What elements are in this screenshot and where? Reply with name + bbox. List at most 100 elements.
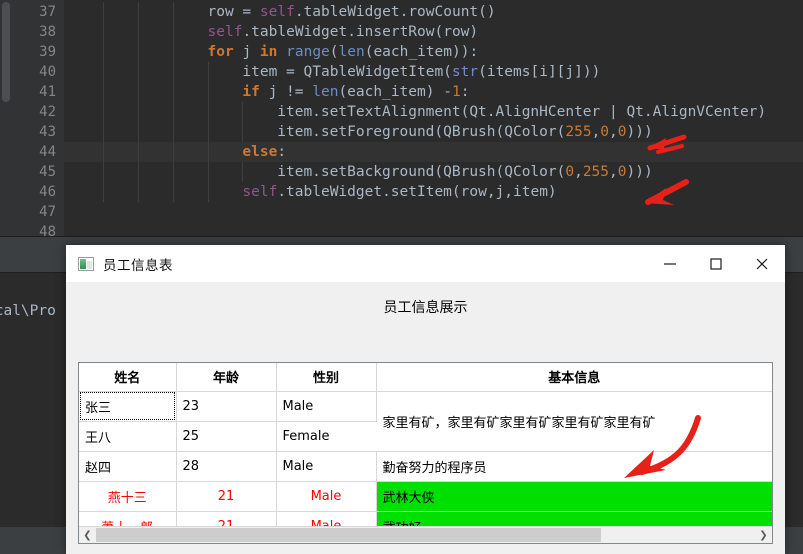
maximize-button[interactable]	[693, 245, 739, 282]
indent-guide	[137, 122, 139, 142]
cell-name[interactable]: 燕十三	[79, 481, 177, 512]
indent-guide	[172, 82, 174, 102]
indent-guide	[137, 22, 139, 42]
column-header-age[interactable]: 年龄	[176, 363, 277, 392]
code-line[interactable]: item.setTextAlignment(Qt.AlignHCenter | …	[64, 102, 803, 122]
code-text: item.setBackground(QBrush(QColor(0,255,0…	[277, 164, 653, 180]
cell-age[interactable]: 25	[176, 421, 277, 452]
employee-table: 姓名 年龄 性别 基本信息 张三 23 Male 家里有矿，家里有矿家里有矿家里有矿家…	[79, 363, 772, 543]
indent-guide	[172, 142, 174, 162]
indent-guide	[242, 162, 244, 182]
indent-guide	[172, 42, 174, 62]
window-controls	[647, 245, 785, 282]
employee-table-widget[interactable]: 姓名 年龄 性别 基本信息 张三 23 Male 家里有矿，家里有矿家里有矿家里有矿家…	[78, 362, 773, 544]
table-row[interactable]: 张三 23 Male 家里有矿，家里有矿家里有矿家里有矿家里有矿	[79, 391, 772, 452]
editor-scrollbar-thumb[interactable]	[2, 2, 10, 102]
line-number: 46	[39, 184, 56, 200]
code-line[interactable]: self.tableWidget.insertRow(row)	[64, 22, 803, 42]
indent-guide	[172, 162, 174, 182]
code-line[interactable]: for j in range(len(each_item)):	[64, 42, 803, 62]
indent-guide	[172, 102, 174, 122]
table-row[interactable]: 燕十三 21 Male 武林大侠	[79, 481, 772, 512]
column-header-info[interactable]: 基本信息	[376, 363, 772, 392]
code-text: for j in range(len(each_item)):	[207, 44, 479, 60]
indent-guide	[102, 22, 104, 42]
column-header-name[interactable]: 姓名	[79, 363, 177, 392]
cell-info-merged[interactable]: 家里有矿，家里有矿家里有矿家里有矿家里有矿	[376, 391, 772, 452]
indent-guide	[137, 2, 139, 22]
indent-guide	[137, 162, 139, 182]
indent-guide	[102, 102, 104, 122]
indent-guide	[207, 182, 209, 202]
indent-guide	[172, 2, 174, 22]
app-window-icon	[78, 256, 94, 271]
code-line[interactable]: item.setForeground(QBrush(QColor(255,0,0…	[64, 122, 803, 142]
code-text: row = self.tableWidget.rowCount()	[207, 4, 496, 20]
window-title-bar[interactable]: 员工信息表	[66, 245, 785, 282]
code-line[interactable]	[64, 202, 803, 222]
line-number: 40	[39, 64, 56, 80]
indent-guide	[137, 82, 139, 102]
code-text: else:	[242, 144, 287, 160]
code-line[interactable]: item = QTableWidgetItem(str(items[i][j])…	[64, 62, 803, 82]
table-horizontal-scrollbar[interactable]: ❮ ❯	[79, 526, 772, 543]
indent-guide	[102, 82, 104, 102]
table-row[interactable]: 赵四 28 Male 勤奋努力的程序员	[79, 451, 772, 482]
indent-guide	[207, 102, 209, 122]
column-header-sex[interactable]: 性别	[276, 363, 377, 392]
code-line[interactable]: row = self.tableWidget.rowCount()	[64, 2, 803, 22]
cell-age[interactable]: 28	[176, 451, 277, 482]
cell-age[interactable]: 21	[176, 481, 277, 512]
chevron-right-icon[interactable]: ❯	[755, 527, 772, 543]
line-number: 38	[39, 24, 56, 40]
indent-guide	[207, 62, 209, 82]
indent-guide	[207, 162, 209, 182]
code-text: if j != len(each_item) -1:	[242, 84, 470, 100]
code-line[interactable]	[64, 222, 803, 236]
cell-age[interactable]: 23	[176, 391, 277, 422]
line-number: 37	[39, 4, 56, 20]
close-button[interactable]	[739, 245, 785, 282]
line-number: 45	[39, 164, 56, 180]
indent-guide	[102, 42, 104, 62]
chevron-left-icon[interactable]: ❮	[79, 527, 96, 543]
minimize-button[interactable]	[647, 245, 693, 282]
code-line[interactable]: else:	[64, 142, 803, 162]
editor-code-area[interactable]: row = self.tableWidget.rowCount() self.ta…	[64, 0, 803, 236]
line-number: 47	[39, 204, 56, 220]
indent-guide	[207, 82, 209, 102]
indent-guide	[207, 122, 209, 142]
code-line[interactable]: self.tableWidget.setItem(row,j,item)	[64, 182, 803, 202]
code-text: item.setForeground(QBrush(QColor(255,0,0…	[277, 124, 653, 140]
code-text: item = QTableWidgetItem(str(items[i][j])…	[242, 64, 601, 80]
indent-guide	[172, 22, 174, 42]
scrollbar-thumb[interactable]	[96, 528, 601, 542]
cell-name[interactable]: 张三	[79, 391, 177, 422]
cell-sex[interactable]: Male	[276, 391, 377, 422]
dialog-body: 员工信息展示 姓名 年龄 性别 基本信息 张三 23 Male 家里有矿，家里有…	[66, 282, 785, 554]
cell-sex[interactable]: Female	[276, 421, 376, 452]
scrollbar-track[interactable]	[96, 527, 755, 543]
cell-sex[interactable]: Male	[276, 451, 377, 482]
terminal-path-text: ocal\Pro	[0, 303, 56, 319]
editor-vertical-scrollbar[interactable]	[0, 0, 12, 236]
cell-info[interactable]: 武林大侠	[376, 481, 772, 512]
editor-line-number-gutter: 37383940414243444546474849	[12, 0, 64, 260]
indent-guide	[137, 142, 139, 162]
cell-sex[interactable]: Male	[276, 481, 377, 512]
employee-info-window[interactable]: 员工信息表 员工信息展示 姓名 年龄 性别 基本信息 张三 23 Male 家里…	[66, 245, 785, 554]
window-title: 员工信息表	[103, 257, 173, 274]
code-text: self.tableWidget.insertRow(row)	[207, 24, 479, 40]
cell-name[interactable]: 赵四	[79, 451, 177, 482]
line-number: 43	[39, 124, 56, 140]
indent-guide	[102, 122, 104, 142]
cell-name[interactable]: 王八	[79, 421, 177, 452]
cell-info[interactable]: 勤奋努力的程序员	[376, 451, 772, 482]
indent-guide	[207, 142, 209, 162]
code-line[interactable]: item.setBackground(QBrush(QColor(0,255,0…	[64, 162, 803, 182]
indent-guide	[137, 102, 139, 122]
code-line[interactable]: if j != len(each_item) -1:	[64, 82, 803, 102]
indent-guide	[137, 182, 139, 202]
table-header-row: 姓名 年龄 性别 基本信息	[79, 363, 772, 392]
page-title: 员工信息展示	[383, 300, 468, 316]
